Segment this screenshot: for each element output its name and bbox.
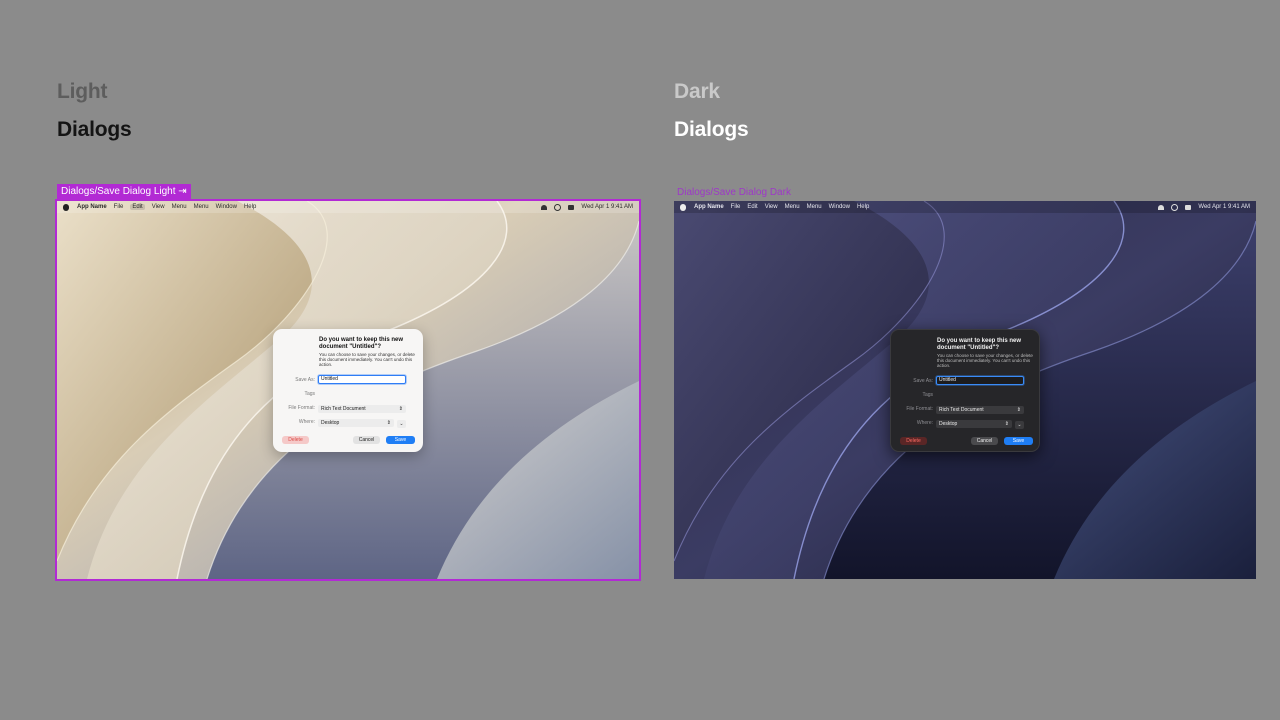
- chevron-up-down-icon: ⇕: [1004, 421, 1009, 427]
- chevron-up-down-icon: ⇕: [398, 406, 403, 412]
- save-dialog-light: Do you want to keep this new document "U…: [273, 329, 423, 452]
- wifi-icon[interactable]: [541, 204, 548, 210]
- save-as-label: Save As:: [295, 377, 315, 383]
- save-as-field[interactable]: Untitled: [318, 375, 406, 384]
- menu-help[interactable]: Help: [244, 204, 256, 210]
- tags-label: Tags: [922, 392, 933, 398]
- save-as-field[interactable]: Untitled: [936, 376, 1024, 385]
- dark-section-title: Dialogs: [674, 118, 749, 141]
- light-frame-tag[interactable]: Dialogs/Save Dialog Light ⇥: [57, 184, 191, 199]
- cancel-button[interactable]: Cancel: [971, 437, 998, 445]
- apple-logo-icon[interactable]: [63, 203, 69, 211]
- file-format-label: File Format:: [288, 405, 315, 411]
- file-format-select[interactable]: Rich Text Document ⇕: [936, 406, 1024, 414]
- save-dialog-dark: Do you want to keep this new document "U…: [890, 329, 1040, 452]
- tags-label: Tags: [304, 391, 315, 397]
- menu-help[interactable]: Help: [857, 204, 869, 210]
- dark-section-label: Dark: [674, 80, 720, 103]
- menu-menu-1[interactable]: Menu: [172, 204, 187, 210]
- chevron-down-icon[interactable]: ⌄: [397, 420, 406, 428]
- chevron-up-down-icon: ⇕: [1016, 407, 1021, 413]
- menu-clock[interactable]: Wed Apr 1 9:41 AM: [1198, 204, 1250, 210]
- file-format-select[interactable]: Rich Text Document ⇕: [318, 405, 406, 413]
- light-section-label: Light: [57, 80, 108, 103]
- control-center-icon[interactable]: [568, 204, 575, 210]
- menu-clock[interactable]: Wed Apr 1 9:41 AM: [581, 204, 633, 210]
- dark-frame-tag[interactable]: Dialogs/Save Dialog Dark: [674, 185, 794, 200]
- file-format-value: Rich Text Document: [939, 407, 984, 413]
- dark-menu-bar: App Name File Edit View Menu Menu Window…: [674, 201, 1256, 213]
- delete-button[interactable]: Delete: [282, 436, 309, 444]
- menu-window[interactable]: Window: [216, 204, 237, 210]
- dialog-message: You can choose to save your changes, or …: [319, 352, 415, 368]
- apple-logo-icon[interactable]: [680, 203, 686, 211]
- menu-app-name[interactable]: App Name: [77, 204, 107, 210]
- cancel-button[interactable]: Cancel: [353, 436, 380, 444]
- menu-menu-2[interactable]: Menu: [194, 204, 209, 210]
- dialog-title: Do you want to keep this new document "U…: [937, 338, 1022, 351]
- menu-edit[interactable]: Edit: [747, 204, 757, 210]
- save-button[interactable]: Save: [1004, 437, 1033, 445]
- wifi-icon[interactable]: [1158, 204, 1165, 210]
- search-icon[interactable]: [1171, 203, 1179, 211]
- save-as-label: Save As:: [913, 378, 933, 384]
- where-select[interactable]: Desktop ⇕: [936, 420, 1012, 428]
- where-label: Where:: [298, 419, 315, 425]
- file-format-label: File Format:: [906, 406, 933, 412]
- dialog-title: Do you want to keep this new document "U…: [319, 337, 404, 350]
- search-icon[interactable]: [554, 203, 562, 211]
- menu-edit[interactable]: Edit: [130, 204, 145, 210]
- menu-app-name[interactable]: App Name: [694, 204, 724, 210]
- light-artboard[interactable]: App Name File Edit View Menu Menu Window…: [55, 199, 641, 581]
- menu-file[interactable]: File: [731, 204, 741, 210]
- control-center-icon[interactable]: [1185, 204, 1192, 210]
- menu-menu-1[interactable]: Menu: [785, 204, 800, 210]
- delete-button[interactable]: Delete: [900, 437, 927, 445]
- menu-window[interactable]: Window: [829, 204, 850, 210]
- where-label: Where:: [916, 420, 933, 426]
- light-section-title: Dialogs: [57, 118, 132, 141]
- dark-artboard[interactable]: App Name File Edit View Menu Menu Window…: [674, 201, 1256, 579]
- menu-file[interactable]: File: [114, 204, 124, 210]
- where-value: Desktop: [939, 421, 958, 427]
- menu-view[interactable]: View: [152, 204, 165, 210]
- menu-menu-2[interactable]: Menu: [807, 204, 822, 210]
- dialog-message: You can choose to save your changes, or …: [937, 353, 1033, 369]
- chevron-up-down-icon: ⇕: [386, 420, 391, 426]
- menu-view[interactable]: View: [765, 204, 778, 210]
- light-menu-bar: App Name File Edit View Menu Menu Window…: [57, 201, 639, 213]
- where-value: Desktop: [321, 420, 340, 426]
- save-button[interactable]: Save: [386, 436, 415, 444]
- where-select[interactable]: Desktop ⇕: [318, 419, 394, 427]
- chevron-down-icon[interactable]: ⌄: [1015, 421, 1024, 429]
- file-format-value: Rich Text Document: [321, 406, 366, 412]
